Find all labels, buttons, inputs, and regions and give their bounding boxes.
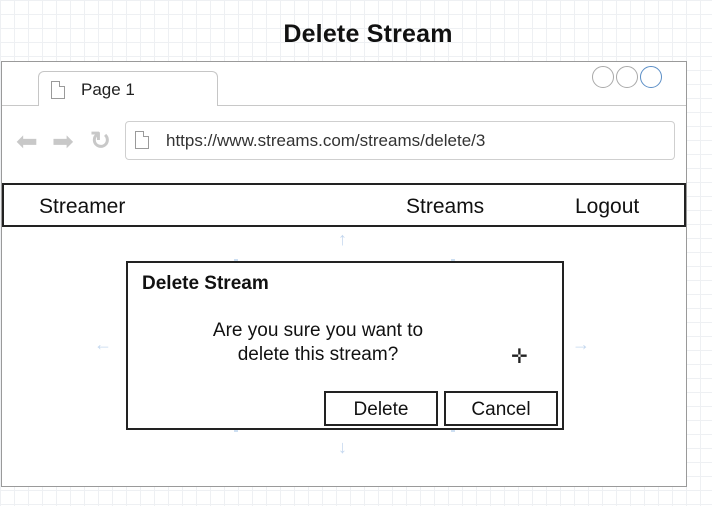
move-cursor-icon: ✛ — [511, 346, 528, 368]
page-title: Delete Stream — [283, 20, 453, 48]
window-button-1-icon[interactable] — [592, 66, 614, 88]
browser-toolbar: ⬅ ➡ ↻ https://www.streams.com/streams/de… — [2, 106, 686, 180]
reload-icon[interactable]: ↻ — [90, 128, 111, 154]
url-text[interactable]: https://www.streams.com/streams/delete/3 — [166, 131, 485, 151]
arrow-left-icon[interactable]: ⬅ — [16, 128, 38, 154]
tab-label: Page 1 — [81, 80, 135, 99]
arrow-right-icon[interactable]: ➡ — [52, 128, 74, 154]
page-icon — [51, 81, 65, 99]
guide-arrow-left-icon: ← — [94, 334, 112, 354]
page-icon — [135, 131, 149, 149]
nav-brand[interactable]: Streamer — [39, 195, 125, 219]
cancel-button[interactable]: Cancel — [444, 391, 558, 426]
guide-arrow-up-icon: ↑ — [338, 229, 347, 249]
guide-arrow-down-icon: ↓ — [338, 437, 347, 457]
nav-link-streams[interactable]: Streams — [406, 195, 484, 219]
app-navbar: Streamer Streams Logout — [2, 183, 686, 227]
delete-confirm-modal: Delete Stream Are you sure you want to d… — [126, 261, 564, 430]
modal-message: Are you sure you want to delete this str… — [212, 320, 424, 365]
delete-button[interactable]: Delete — [324, 391, 438, 426]
browser-window: Page 1 ⬅ ➡ ↻ https://www.streams.com/str… — [1, 61, 687, 487]
url-bar[interactable]: https://www.streams.com/streams/delete/3 — [125, 121, 675, 160]
browser-tab-strip: Page 1 — [2, 62, 686, 106]
nav-link-logout[interactable]: Logout — [575, 195, 639, 219]
window-button-3-icon[interactable] — [640, 66, 662, 88]
guide-arrow-right-icon: → — [572, 334, 590, 354]
browser-tab[interactable]: Page 1 — [38, 71, 218, 106]
window-button-2-icon[interactable] — [616, 66, 638, 88]
modal-title: Delete Stream — [142, 273, 269, 294]
